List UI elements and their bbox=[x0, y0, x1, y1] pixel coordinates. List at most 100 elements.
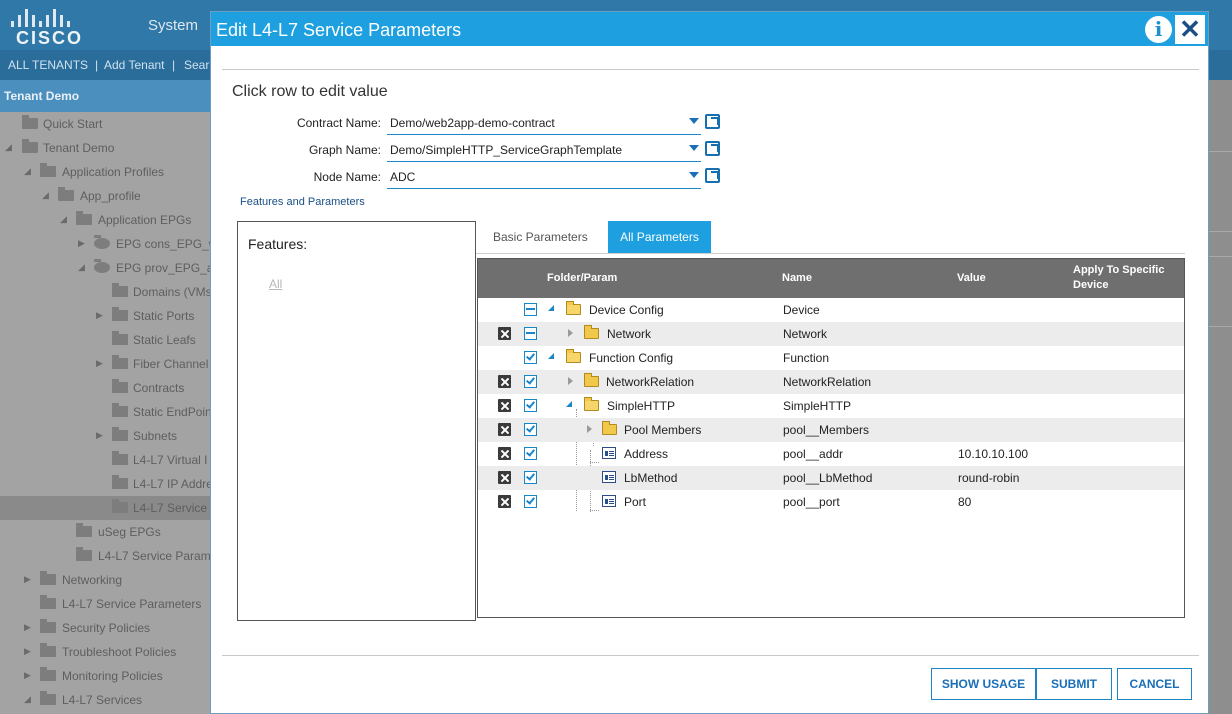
table-row[interactable]: Address pool__addr 10.10.10.100 bbox=[478, 442, 1184, 466]
nav-item[interactable]: Domains (VMs bbox=[0, 280, 210, 304]
nav-item[interactable]: ▶ Monitoring Policies bbox=[0, 664, 210, 688]
nav-item[interactable]: ▶ Networking bbox=[0, 568, 210, 592]
nav-item[interactable]: ◢ L4-L7 Services bbox=[0, 688, 210, 712]
delete-icon[interactable] bbox=[498, 423, 511, 436]
nav-item[interactable]: L4-L7 Service Param bbox=[0, 544, 210, 568]
nav-item[interactable]: L4-L7 IP Addre bbox=[0, 472, 210, 496]
row-name: SimpleHTTP bbox=[783, 399, 852, 413]
nav-item[interactable]: ▶ Security Policies bbox=[0, 616, 210, 640]
show-usage-button[interactable]: SHOW USAGE bbox=[931, 668, 1036, 700]
nav-item[interactable]: uSeg EPGs bbox=[0, 520, 210, 544]
partial-checkbox-icon[interactable] bbox=[524, 303, 537, 316]
features-and-parameters-label[interactable]: Features and Parameters bbox=[240, 196, 365, 208]
search-link[interactable]: Sear bbox=[184, 58, 209, 72]
table-row[interactable]: Network Network bbox=[478, 322, 1184, 346]
checkbox-icon[interactable] bbox=[524, 447, 537, 460]
table-row[interactable]: Port pool__port 80 bbox=[478, 490, 1184, 514]
nav-item[interactable]: ◢ App_profile bbox=[0, 184, 210, 208]
expand-arrow-icon[interactable] bbox=[566, 401, 572, 407]
checkbox-icon[interactable] bbox=[524, 423, 537, 436]
external-link-icon[interactable] bbox=[705, 114, 720, 129]
table-row[interactable]: Function Config Function bbox=[478, 346, 1184, 370]
row-name: Network bbox=[783, 327, 828, 341]
nav-item[interactable]: ▶ Static Ports bbox=[0, 304, 210, 328]
nav-item[interactable]: Static EndPoin bbox=[0, 400, 210, 424]
table-row[interactable]: Device Config Device bbox=[478, 298, 1184, 322]
folder-open-icon bbox=[584, 397, 599, 411]
nav-item[interactable]: ▶ Fiber Channel bbox=[0, 352, 210, 376]
expand-arrow-icon[interactable] bbox=[568, 329, 573, 337]
expand-arrow-icon[interactable] bbox=[587, 425, 592, 433]
nav-item[interactable]: ▶ EPG cons_EPG_w bbox=[0, 232, 210, 256]
checkbox-icon[interactable] bbox=[524, 399, 537, 412]
row-folder: NetworkRelation bbox=[606, 375, 695, 389]
delete-icon[interactable] bbox=[498, 399, 511, 412]
tab-underline bbox=[476, 253, 1185, 254]
checkbox-icon[interactable] bbox=[524, 375, 537, 388]
row-name: pool__Members bbox=[783, 423, 870, 437]
node-name-select[interactable]: ADC bbox=[387, 167, 701, 189]
cisco-logo: CISCO bbox=[8, 6, 88, 48]
nav-item[interactable]: ◢ Application EPGs bbox=[0, 208, 210, 232]
submit-button[interactable]: SUBMIT bbox=[1036, 668, 1112, 700]
features-all-link[interactable]: All bbox=[269, 277, 282, 291]
checkbox-icon[interactable] bbox=[524, 471, 537, 484]
dialog-title: Edit L4-L7 Service Parameters bbox=[216, 20, 462, 40]
table-row[interactable]: LbMethod pool__LbMethod round-robin bbox=[478, 466, 1184, 490]
cancel-button[interactable]: CANCEL bbox=[1117, 668, 1192, 700]
nav-item[interactable]: L4-L7 Virtual I bbox=[0, 448, 210, 472]
delete-icon[interactable] bbox=[498, 471, 511, 484]
external-link-icon[interactable] bbox=[705, 168, 720, 183]
column-name[interactable]: Name bbox=[782, 272, 812, 284]
column-apply-device[interactable]: Device bbox=[1073, 279, 1108, 291]
contract-name-value: Demo/web2app-demo-contract bbox=[390, 116, 555, 130]
row-folder: Function Config bbox=[589, 351, 674, 365]
nav-item[interactable]: ▶ Troubleshoot Policies bbox=[0, 640, 210, 664]
brand-text: CISCO bbox=[16, 28, 84, 48]
add-tenant-link[interactable]: Add Tenant bbox=[104, 58, 165, 72]
edit-parameters-dialog: Edit L4-L7 Service Parameters i ✕ Click … bbox=[210, 11, 1209, 714]
contract-name-select[interactable]: Demo/web2app-demo-contract bbox=[387, 113, 701, 135]
close-icon[interactable]: ✕ bbox=[1175, 15, 1205, 44]
row-value: 80 bbox=[958, 495, 972, 509]
checkbox-icon[interactable] bbox=[524, 495, 537, 508]
graph-name-select[interactable]: Demo/SimpleHTTP_ServiceGraphTemplate bbox=[387, 140, 701, 162]
all-tenants-link[interactable]: ALL TENANTS bbox=[8, 58, 88, 72]
info-icon[interactable]: i bbox=[1145, 16, 1172, 43]
column-apply-specific[interactable]: Apply To Specific bbox=[1073, 264, 1164, 276]
nav-item[interactable]: ◢ EPG prov_EPG_a bbox=[0, 256, 210, 280]
column-value[interactable]: Value bbox=[957, 272, 986, 284]
nav-item[interactable]: ◢ Tenant Demo bbox=[0, 136, 210, 160]
expand-arrow-icon[interactable] bbox=[548, 305, 554, 311]
graph-name-label: Graph Name: bbox=[308, 143, 381, 157]
column-folder-param[interactable]: Folder/Param bbox=[547, 272, 617, 284]
delete-icon[interactable] bbox=[498, 375, 511, 388]
nav-item[interactable]: Contracts bbox=[0, 376, 210, 400]
separator: | bbox=[172, 58, 176, 72]
row-folder: SimpleHTTP bbox=[607, 399, 676, 413]
nav-item[interactable]: Quick Start bbox=[0, 112, 210, 136]
checkbox-icon[interactable] bbox=[524, 351, 537, 364]
background-panel bbox=[1209, 80, 1232, 714]
nav-system[interactable]: System bbox=[148, 17, 198, 34]
expand-arrow-icon[interactable] bbox=[548, 353, 554, 359]
nav-item-selected[interactable]: L4-L7 Service bbox=[0, 496, 210, 520]
table-row[interactable]: SimpleHTTP SimpleHTTP bbox=[478, 394, 1184, 418]
nav-item[interactable]: Static Leafs bbox=[0, 328, 210, 352]
row-value: 10.10.10.100 bbox=[958, 447, 1029, 461]
nav-item[interactable]: ▶ Subnets bbox=[0, 424, 210, 448]
delete-icon[interactable] bbox=[498, 495, 511, 508]
nav-item[interactable]: ◢ Application Profiles bbox=[0, 160, 210, 184]
expand-arrow-icon[interactable] bbox=[568, 377, 573, 385]
row-folder: Pool Members bbox=[624, 423, 702, 437]
nav-item[interactable]: L4-L7 Service Parameters bbox=[0, 592, 210, 616]
delete-icon[interactable] bbox=[498, 327, 511, 340]
tab-basic-parameters[interactable]: Basic Parameters bbox=[481, 221, 600, 253]
table-row[interactable]: NetworkRelation NetworkRelation bbox=[478, 370, 1184, 394]
partial-checkbox-icon[interactable] bbox=[524, 327, 537, 340]
external-link-icon[interactable] bbox=[705, 141, 720, 156]
folder-icon bbox=[584, 325, 599, 339]
delete-icon[interactable] bbox=[498, 447, 511, 460]
tab-all-parameters[interactable]: All Parameters bbox=[608, 221, 711, 253]
table-row[interactable]: Pool Members pool__Members bbox=[478, 418, 1184, 442]
